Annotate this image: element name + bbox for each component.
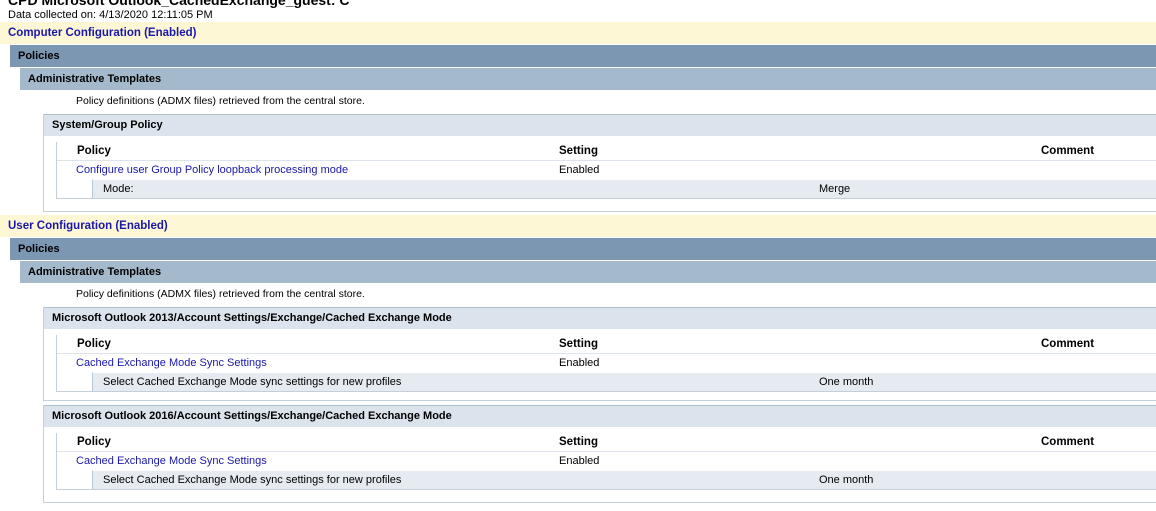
- user-configuration-header[interactable]: User Configuration (Enabled): [0, 215, 1156, 237]
- detail-label: Select Cached Exchange Mode sync setting…: [103, 474, 402, 486]
- table-row: Configure user Group Policy loopback pro…: [57, 161, 1156, 179]
- computer-admx-note: Policy definitions (ADMX files) retrieve…: [76, 95, 365, 107]
- extension-outlook-2016-cached-exchange: Microsoft Outlook 2016/Account Settings/…: [43, 405, 1156, 503]
- report-title: CPD Microsoft Outlook_CachedExchange_gue…: [8, 0, 350, 8]
- column-header-comment: Comment: [1041, 145, 1095, 157]
- policy-link-cached-exchange-sync[interactable]: Cached Exchange Mode Sync Settings: [76, 455, 267, 467]
- extension-title: Microsoft Outlook 2016/Account Settings/…: [44, 405, 1156, 427]
- extension-title: System/Group Policy: [44, 114, 1156, 136]
- policy-setting-value: Enabled: [559, 455, 600, 467]
- user-administrative-templates-header: Administrative Templates: [20, 261, 1156, 283]
- detail-value: One month: [819, 376, 874, 388]
- table-column-headers: Policy Setting Comment: [57, 335, 1156, 354]
- policy-detail-row: Select Cached Exchange Mode sync setting…: [92, 470, 1156, 489]
- detail-label: Mode:: [103, 183, 134, 195]
- table-row: Cached Exchange Mode Sync Settings Enabl…: [57, 354, 1156, 372]
- extension-outlook-2013-cached-exchange: Microsoft Outlook 2013/Account Settings/…: [43, 307, 1156, 401]
- column-header-setting: Setting: [559, 145, 598, 157]
- detail-value: One month: [819, 474, 874, 486]
- column-header-policy: Policy: [77, 436, 111, 448]
- computer-administrative-templates-header: Administrative Templates: [20, 68, 1156, 90]
- policy-setting-value: Enabled: [559, 164, 600, 176]
- policy-detail-row: Select Cached Exchange Mode sync setting…: [92, 372, 1156, 391]
- policy-setting-value: Enabled: [559, 357, 600, 369]
- policy-table: Policy Setting Comment Cached Exchange M…: [56, 433, 1156, 490]
- detail-value: Merge: [819, 183, 851, 195]
- computer-policies-header: Policies: [10, 45, 1156, 67]
- detail-label: Select Cached Exchange Mode sync setting…: [103, 376, 402, 388]
- table-column-headers: Policy Setting Comment: [57, 142, 1156, 161]
- table-column-headers: Policy Setting Comment: [57, 433, 1156, 452]
- computer-configuration-header[interactable]: Computer Configuration (Enabled): [0, 22, 1156, 44]
- column-header-setting: Setting: [559, 338, 598, 350]
- extension-system-group-policy: System/Group Policy Policy Setting Comme…: [43, 114, 1156, 212]
- column-header-policy: Policy: [77, 145, 111, 157]
- column-header-comment: Comment: [1041, 436, 1095, 448]
- policy-link-cached-exchange-sync[interactable]: Cached Exchange Mode Sync Settings: [76, 357, 267, 369]
- policy-table: Policy Setting Comment Configure user Gr…: [56, 142, 1156, 199]
- user-admx-note: Policy definitions (ADMX files) retrieve…: [76, 288, 365, 300]
- extension-title: Microsoft Outlook 2013/Account Settings/…: [44, 307, 1156, 329]
- table-row: Cached Exchange Mode Sync Settings Enabl…: [57, 452, 1156, 470]
- policy-table: Policy Setting Comment Cached Exchange M…: [56, 335, 1156, 392]
- column-header-comment: Comment: [1041, 338, 1095, 350]
- user-policies-header: Policies: [10, 238, 1156, 260]
- column-header-policy: Policy: [77, 338, 111, 350]
- policy-link-loopback-processing[interactable]: Configure user Group Policy loopback pro…: [76, 164, 348, 176]
- policy-detail-row: Mode: Merge: [92, 179, 1156, 198]
- data-collected-timestamp: Data collected on: 4/13/2020 12:11:05 PM: [8, 9, 213, 21]
- column-header-setting: Setting: [559, 436, 598, 448]
